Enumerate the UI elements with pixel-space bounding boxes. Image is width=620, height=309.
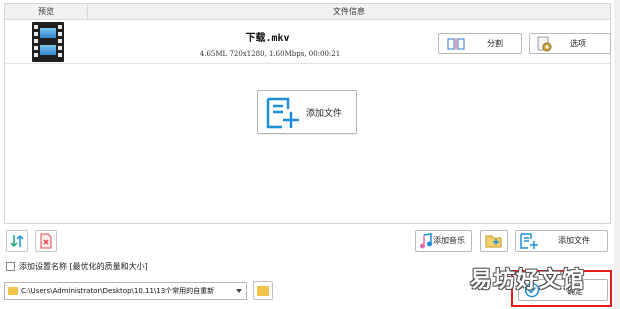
add-folder-button[interactable] (480, 230, 508, 252)
list-header: 预览 文件信息 (5, 4, 610, 20)
folder-icon (257, 286, 269, 296)
add-music-label: 添加音乐 (433, 236, 465, 245)
split-label: 分割 (487, 39, 503, 48)
browse-folder-button[interactable] (253, 281, 273, 300)
file-name: 下载.mkv (245, 33, 290, 44)
delete-file-icon (40, 233, 52, 249)
center-add-file-label: 添加文件 (306, 109, 343, 119)
file-meta: 4.65ML 720x1280, 1.60Mbps, 00:00:21 (199, 50, 341, 58)
center-add-file-button[interactable]: 添加文件 (257, 90, 357, 134)
music-note-icon (420, 233, 432, 249)
add-file-icon (266, 97, 299, 129)
chevron-down-icon (236, 289, 242, 293)
header-file-info: 文件信息 (333, 7, 365, 16)
sort-arrows-icon (10, 234, 24, 248)
add-music-button[interactable]: 添加音乐 (415, 230, 472, 252)
preset-name-label: 添加设置名称 [最优化的质量和大小] (19, 262, 148, 271)
film-strip-icon (32, 22, 64, 62)
folder-icon (8, 287, 18, 295)
split-button[interactable]: 分割 (438, 33, 522, 54)
options-button[interactable]: 选项 (529, 33, 611, 54)
add-file-icon (520, 233, 538, 249)
folder-add-icon (485, 235, 502, 248)
remove-file-button[interactable] (35, 230, 57, 252)
highlight-box (511, 270, 612, 307)
add-file-button[interactable]: 添加文件 (515, 230, 608, 252)
output-path-text: C:\Users\Administrator\Desktop\10.11\13个… (21, 287, 215, 295)
header-preview: 预览 (5, 4, 88, 20)
options-label: 选项 (570, 39, 586, 48)
options-icon (537, 36, 552, 52)
split-icon (447, 38, 465, 50)
output-path-select[interactable]: C:\Users\Administrator\Desktop\10.11\13个… (4, 282, 247, 300)
add-file-label: 添加文件 (558, 236, 590, 245)
window-edge (614, 0, 620, 309)
sort-button[interactable] (6, 230, 28, 252)
preset-name-checkbox[interactable] (6, 262, 15, 271)
